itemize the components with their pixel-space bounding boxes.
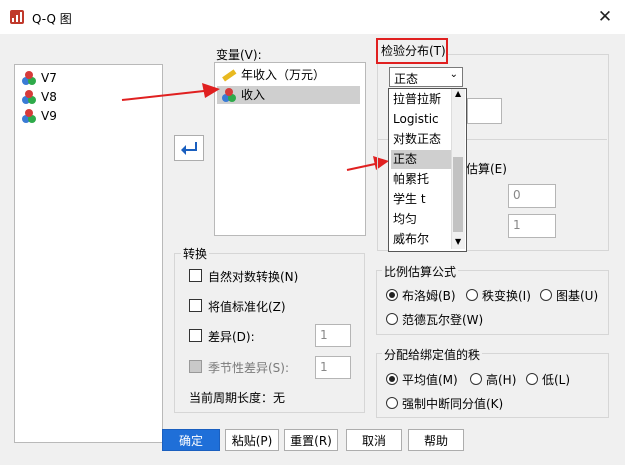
natural-log-checkbox[interactable] [189, 269, 202, 282]
ruler-icon [222, 69, 237, 82]
estimate-label: 估算(E) [466, 162, 507, 176]
rankit-radio[interactable] [466, 289, 478, 301]
dropdown-option-selected[interactable]: 正态 [391, 150, 453, 169]
dropdown-option[interactable]: 对数正态 [391, 130, 453, 149]
app-icon [10, 10, 24, 24]
help-button[interactable]: 帮助 [408, 429, 464, 451]
list-item-label: 年收入（万元） [241, 68, 326, 82]
seasonal-label: 季节性差异(S): [208, 361, 290, 375]
list-item-label: 收入 [241, 88, 266, 102]
list-item[interactable]: V9 [21, 107, 151, 125]
standardize-label: 将值标准化(Z) [208, 300, 286, 314]
scroll-up-icon[interactable]: ▲ [455, 89, 461, 98]
break-ties-radio[interactable] [386, 397, 398, 409]
source-variable-list[interactable]: V7 V8 V9 [14, 64, 163, 443]
low-radio[interactable] [526, 373, 538, 385]
list-item-label: V9 [41, 109, 57, 123]
ties-label: 分配给绑定值的秩 [382, 346, 483, 363]
variables-list[interactable]: 年收入（万元） 收入 [214, 62, 366, 236]
proportion-label: 比例估算公式 [382, 263, 459, 280]
high-radio[interactable] [470, 373, 482, 385]
dropdown-scrollbar[interactable]: ▲ ▼ [451, 89, 465, 249]
natural-log-label: 自然对数转换(N) [208, 270, 299, 284]
mean-radio[interactable] [386, 373, 398, 385]
distribution-select[interactable]: 正态 ⌄ [389, 67, 463, 87]
distribution-dropdown[interactable]: 拉普拉斯 Logistic 对数正态 正态 帕累托 学生 t 均匀 威布尔 ▲ … [388, 88, 467, 252]
window-title: Q-Q 图 [32, 12, 72, 26]
list-item-label: V7 [41, 71, 57, 85]
vanderwaerden-radio[interactable] [386, 313, 398, 325]
high-label: 高(H) [486, 373, 517, 387]
scrollbar-thumb[interactable] [453, 157, 463, 232]
parameter-field[interactable] [467, 98, 502, 124]
variables-label: 变量(V): [216, 48, 262, 62]
tukey-radio[interactable] [540, 289, 552, 301]
difference-field[interactable]: 1 [315, 324, 351, 347]
tukey-label: 图基(U) [556, 289, 599, 303]
nominal-balls-icon [22, 71, 36, 85]
dropdown-option[interactable]: Logistic [391, 110, 453, 129]
location-field[interactable]: 0 [508, 184, 556, 208]
reset-button[interactable]: 重置(R) [284, 429, 338, 451]
arrow-left-icon [181, 142, 197, 155]
dropdown-option[interactable]: 学生 t [391, 190, 453, 209]
mean-label: 平均值(M) [402, 373, 458, 387]
nominal-balls-icon [22, 90, 36, 104]
ok-button[interactable]: 确定 [162, 429, 220, 451]
standardize-checkbox[interactable] [189, 299, 202, 312]
chevron-down-icon: ⌄ [449, 69, 458, 80]
move-variable-button[interactable] [174, 135, 204, 161]
blom-radio[interactable] [386, 289, 398, 301]
difference-checkbox[interactable] [189, 329, 202, 342]
scale-field[interactable]: 1 [508, 214, 556, 238]
dropdown-option[interactable]: 帕累托 [391, 170, 453, 189]
blom-label: 布洛姆(B) [402, 289, 456, 303]
paste-button[interactable]: 粘贴(P) [225, 429, 279, 451]
transform-label: 转换 [181, 245, 210, 262]
scroll-down-icon[interactable]: ▼ [455, 237, 461, 246]
rankit-label: 秩变换(I) [482, 289, 531, 303]
seasonal-field: 1 [315, 356, 351, 379]
seasonal-checkbox [189, 360, 202, 373]
dropdown-option[interactable]: 均匀 [391, 210, 453, 229]
list-item[interactable]: 年收入（万元） [221, 66, 357, 84]
vanderwaerden-label: 范德瓦尔登(W) [402, 313, 484, 327]
break-ties-label: 强制中断同分值(K) [402, 397, 504, 411]
low-label: 低(L) [542, 373, 571, 387]
distribution-label: 检验分布(T) [381, 44, 446, 58]
difference-label: 差异(D): [208, 330, 255, 344]
nominal-balls-icon [222, 88, 236, 102]
close-icon[interactable]: ✕ [594, 6, 616, 28]
list-item-label: V8 [41, 90, 57, 104]
dropdown-option[interactable]: 威布尔 [391, 230, 453, 249]
distribution-selected-value: 正态 [394, 72, 419, 86]
title-bar [0, 0, 625, 34]
cancel-button[interactable]: 取消 [346, 429, 402, 451]
list-item-selected[interactable]: 收入 [217, 86, 360, 104]
nominal-balls-icon [22, 109, 36, 123]
period-label: 当前周期长度：无 [189, 391, 286, 405]
annotation-arrow [121, 83, 220, 101]
dropdown-option[interactable]: 拉普拉斯 [391, 90, 453, 109]
